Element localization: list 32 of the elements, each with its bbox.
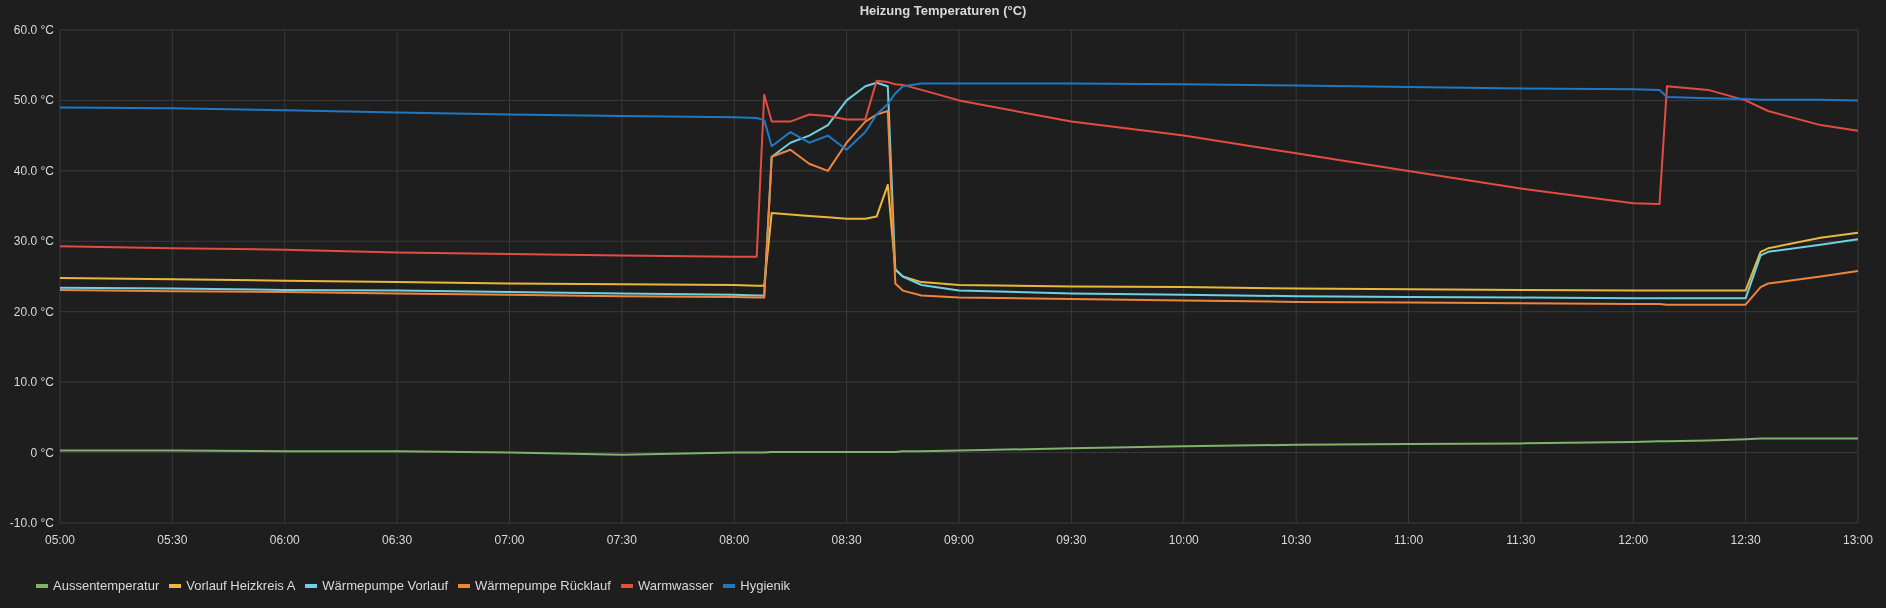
x-axis-label: 08:30 bbox=[831, 533, 862, 547]
x-axis-label: 06:30 bbox=[382, 533, 413, 547]
x-axis-label: 12:30 bbox=[1730, 533, 1761, 547]
y-axis-label: 50.0 °C bbox=[13, 93, 54, 108]
legend-label[interactable]: Wärmepumpe Vorlauf bbox=[322, 576, 449, 596]
x-axis-label: 09:00 bbox=[944, 533, 974, 547]
x-axis-label: 11:30 bbox=[1506, 533, 1536, 547]
y-axis-label: -10.0 °C bbox=[9, 516, 54, 530]
x-axis-label: 05:00 bbox=[45, 533, 75, 547]
x-axis-label: 13:00 bbox=[1843, 533, 1873, 547]
y-axis-label: 0 °C bbox=[30, 445, 54, 460]
y-axis-label: 20.0 °C bbox=[13, 304, 54, 319]
y-axis-label: 40.0 °C bbox=[13, 163, 54, 178]
x-axis-label: 07:00 bbox=[494, 533, 525, 547]
x-axis-label: 10:00 bbox=[1168, 533, 1199, 547]
legend-label[interactable]: Vorlauf Heizkreis A bbox=[186, 576, 296, 596]
x-axis-label: 10:30 bbox=[1281, 533, 1312, 547]
y-axis-label: 30.0 °C bbox=[13, 234, 54, 249]
y-axis-label: 60.0 °C bbox=[13, 23, 54, 37]
legend-label[interactable]: Warmwasser bbox=[637, 576, 714, 596]
x-axis-label: 07:30 bbox=[606, 533, 637, 547]
x-axis-label: 11:00 bbox=[1393, 533, 1424, 547]
chart-title: Heizung Temperaturen (°C) bbox=[859, 2, 1027, 21]
legend-label[interactable]: Aussentemperatur bbox=[53, 576, 160, 596]
legend-label[interactable]: Wärmepumpe Rücklauf bbox=[475, 576, 611, 596]
x-axis-label: 06:00 bbox=[269, 533, 300, 547]
x-axis-label: 09:30 bbox=[1056, 533, 1087, 547]
y-axis-label: 10.0 °C bbox=[13, 375, 54, 390]
legend-label[interactable]: Hygienik bbox=[740, 576, 791, 596]
x-axis-label: 05:30 bbox=[157, 533, 188, 547]
x-axis-label: 12:00 bbox=[1618, 533, 1649, 547]
x-axis-label: 08:00 bbox=[719, 533, 750, 547]
